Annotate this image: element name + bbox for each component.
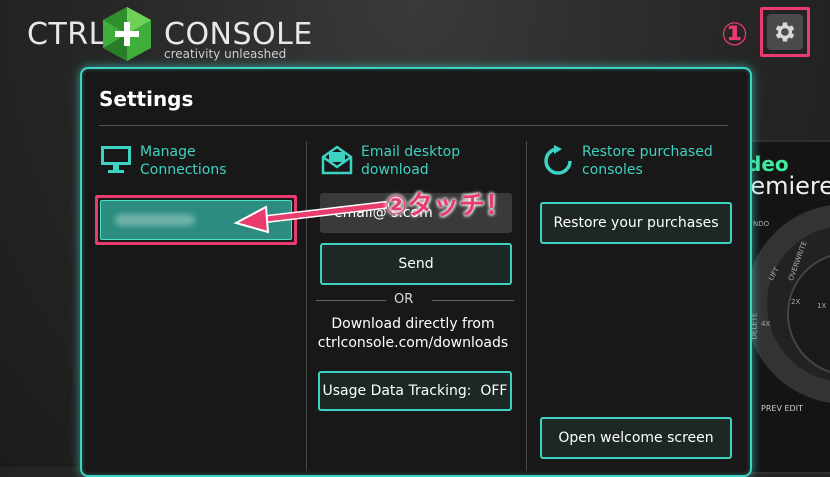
or-divider-left [316,300,386,301]
connections-label-line2: Connections [140,162,227,178]
bg-label: NDO [753,220,770,228]
bg-label: 4X [761,320,771,328]
download-line2: ctrlconsole.com/downloads [317,335,509,351]
title-divider [99,125,728,126]
send-button[interactable]: Send [320,243,512,285]
or-divider-right [432,300,514,301]
gear-icon [775,22,795,42]
column-divider [526,141,527,471]
restore-label-line1: Restore purchased [582,144,713,160]
gear-highlight [760,7,810,57]
email-label-line1: Email desktop [361,144,461,160]
bg-label: 2X [791,298,801,306]
bg-label: 1X [817,302,827,310]
connection-highlight [95,195,297,245]
restore-header: Restore purchased consoles [542,143,713,179]
open-welcome-label: Open welcome screen [558,430,714,446]
bg-panel-subtitle: remiere [741,172,830,200]
usage-tracking-label: Usage Data Tracking: OFF [322,383,508,399]
connections-label-line1: Manage [140,144,196,160]
connection-item[interactable] [100,200,292,240]
restore-label-line2: consoles [582,162,643,178]
download-line1: Download directly from [331,316,495,332]
bg-prev-edit: PREV EDIT [761,404,803,413]
send-button-label: Send [398,256,434,272]
monitor-icon [101,146,131,173]
column-divider [306,141,307,471]
email-label-line2: download [361,162,429,178]
step-1-marker: ① [721,15,749,53]
settings-dialog: Settings Manage Connections Email deskto… [80,67,752,477]
refresh-icon [544,145,572,175]
step-2-label: ②タッチ！ [385,191,512,221]
app-logo: CTRL CONSOLE creativity unleashed [27,5,312,63]
open-welcome-button[interactable]: Open welcome screen [540,417,732,459]
settings-button[interactable] [767,14,803,50]
connection-name-blurred [115,214,195,226]
logo-text-left: CTRL [27,17,106,52]
envelope-icon [321,145,353,175]
plus-hexagon-logo-icon [103,7,151,61]
dialog-title: Settings [99,87,194,111]
logo-tagline: creativity unleashed [164,47,287,61]
or-label: OR [394,292,414,307]
connections-header: Manage Connections [100,143,227,179]
usage-tracking-toggle[interactable]: Usage Data Tracking: OFF [318,371,512,411]
email-header: Email desktop download [321,143,460,179]
restore-purchases-button[interactable]: Restore your purchases [540,202,732,244]
download-instructions: Download directly from ctrlconsole.com/d… [310,315,516,353]
restore-purchases-label: Restore your purchases [553,215,719,231]
